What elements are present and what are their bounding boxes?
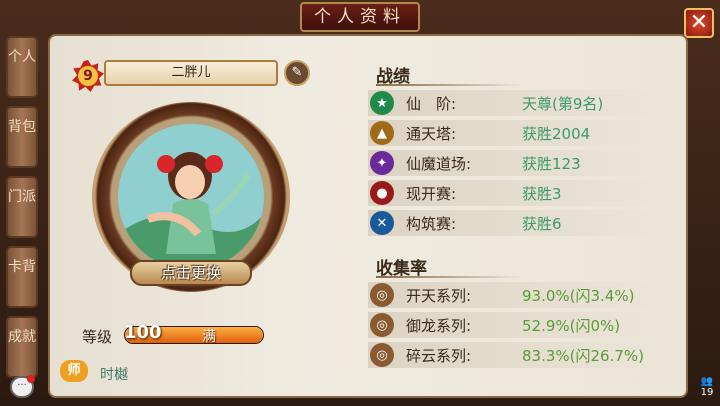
- record-label: 仙魔道场:: [406, 154, 472, 173]
- scroll-icon: ◎: [370, 313, 394, 337]
- vip-level: 9: [78, 66, 98, 86]
- side-tabs: 个人 背包 门派 卡背 成就: [6, 36, 46, 386]
- master-badge: 师: [60, 360, 88, 382]
- tower-icon: ▲: [370, 121, 394, 145]
- collection-value: 52.9%(闪0%): [522, 316, 621, 335]
- tab-bag[interactable]: 背包: [6, 106, 38, 168]
- notification-dot: [27, 375, 35, 383]
- record-row: ★ 仙 阶: 天尊(第9名): [368, 90, 668, 116]
- collection-divider: [376, 276, 526, 278]
- cross-swords-icon: ✕: [370, 211, 394, 235]
- avatar[interactable]: [118, 124, 264, 270]
- player-name: 二胖儿: [104, 60, 278, 86]
- record-label: 现开赛:: [406, 184, 457, 203]
- edit-name-button[interactable]: ✎: [284, 60, 310, 86]
- page-title: 个人资料: [300, 2, 420, 32]
- collection-value: 93.0%(闪3.4%): [522, 286, 635, 305]
- online-players[interactable]: 👥 19: [696, 376, 718, 402]
- record-value: 天尊(第9名): [522, 94, 604, 113]
- skull-icon: ●: [370, 181, 394, 205]
- record-row: ✕ 构筑赛: 获胜6: [368, 210, 668, 236]
- tab-personal[interactable]: 个人: [6, 36, 38, 98]
- record-divider: [376, 84, 526, 86]
- sword-icon: ✦: [370, 151, 394, 175]
- record-row: ▲ 通天塔: 获胜2004: [368, 120, 668, 146]
- collection-row: ◎ 御龙系列: 52.9%(闪0%): [368, 312, 668, 338]
- scroll-icon: ◎: [370, 283, 394, 307]
- close-button[interactable]: ✕: [684, 8, 714, 38]
- people-icon: 👥: [700, 376, 714, 387]
- level-label: 等级: [82, 328, 113, 346]
- level-max-label: 满: [202, 329, 216, 345]
- tab-sect[interactable]: 门派: [6, 176, 38, 238]
- collection-row: ◎ 开天系列: 93.0%(闪3.4%): [368, 282, 668, 308]
- collection-label: 开天系列:: [406, 286, 472, 305]
- level-value: 100: [124, 322, 162, 343]
- record-row: ● 现开赛: 获胜3: [368, 180, 668, 206]
- star-icon: ★: [370, 91, 394, 115]
- collection-row: ◎ 碎云系列: 83.3%(闪26.7%): [368, 342, 668, 368]
- record-row: ✦ 仙魔道场: 获胜123: [368, 150, 668, 176]
- collection-label: 碎云系列:: [406, 346, 472, 365]
- record-value: 获胜3: [522, 184, 562, 203]
- chat-button[interactable]: ···: [10, 375, 35, 398]
- change-avatar-button[interactable]: 点击更换: [130, 260, 252, 286]
- record-value: 获胜2004: [522, 124, 591, 143]
- record-value: 获胜6: [522, 214, 562, 233]
- collection-label: 御龙系列:: [406, 316, 472, 335]
- record-label: 构筑赛:: [406, 214, 457, 233]
- record-label: 通天塔:: [406, 124, 457, 143]
- avatar-illustration: [118, 124, 264, 270]
- online-count: 19: [700, 387, 714, 398]
- master-name[interactable]: 时樾: [100, 364, 128, 384]
- tab-card-back[interactable]: 卡背: [6, 246, 38, 308]
- tab-achievement[interactable]: 成就: [6, 316, 38, 378]
- collection-value: 83.3%(闪26.7%): [522, 346, 645, 365]
- scroll-icon: ◎: [370, 343, 394, 367]
- record-label: 仙 阶:: [406, 94, 457, 113]
- record-value: 获胜123: [522, 154, 581, 173]
